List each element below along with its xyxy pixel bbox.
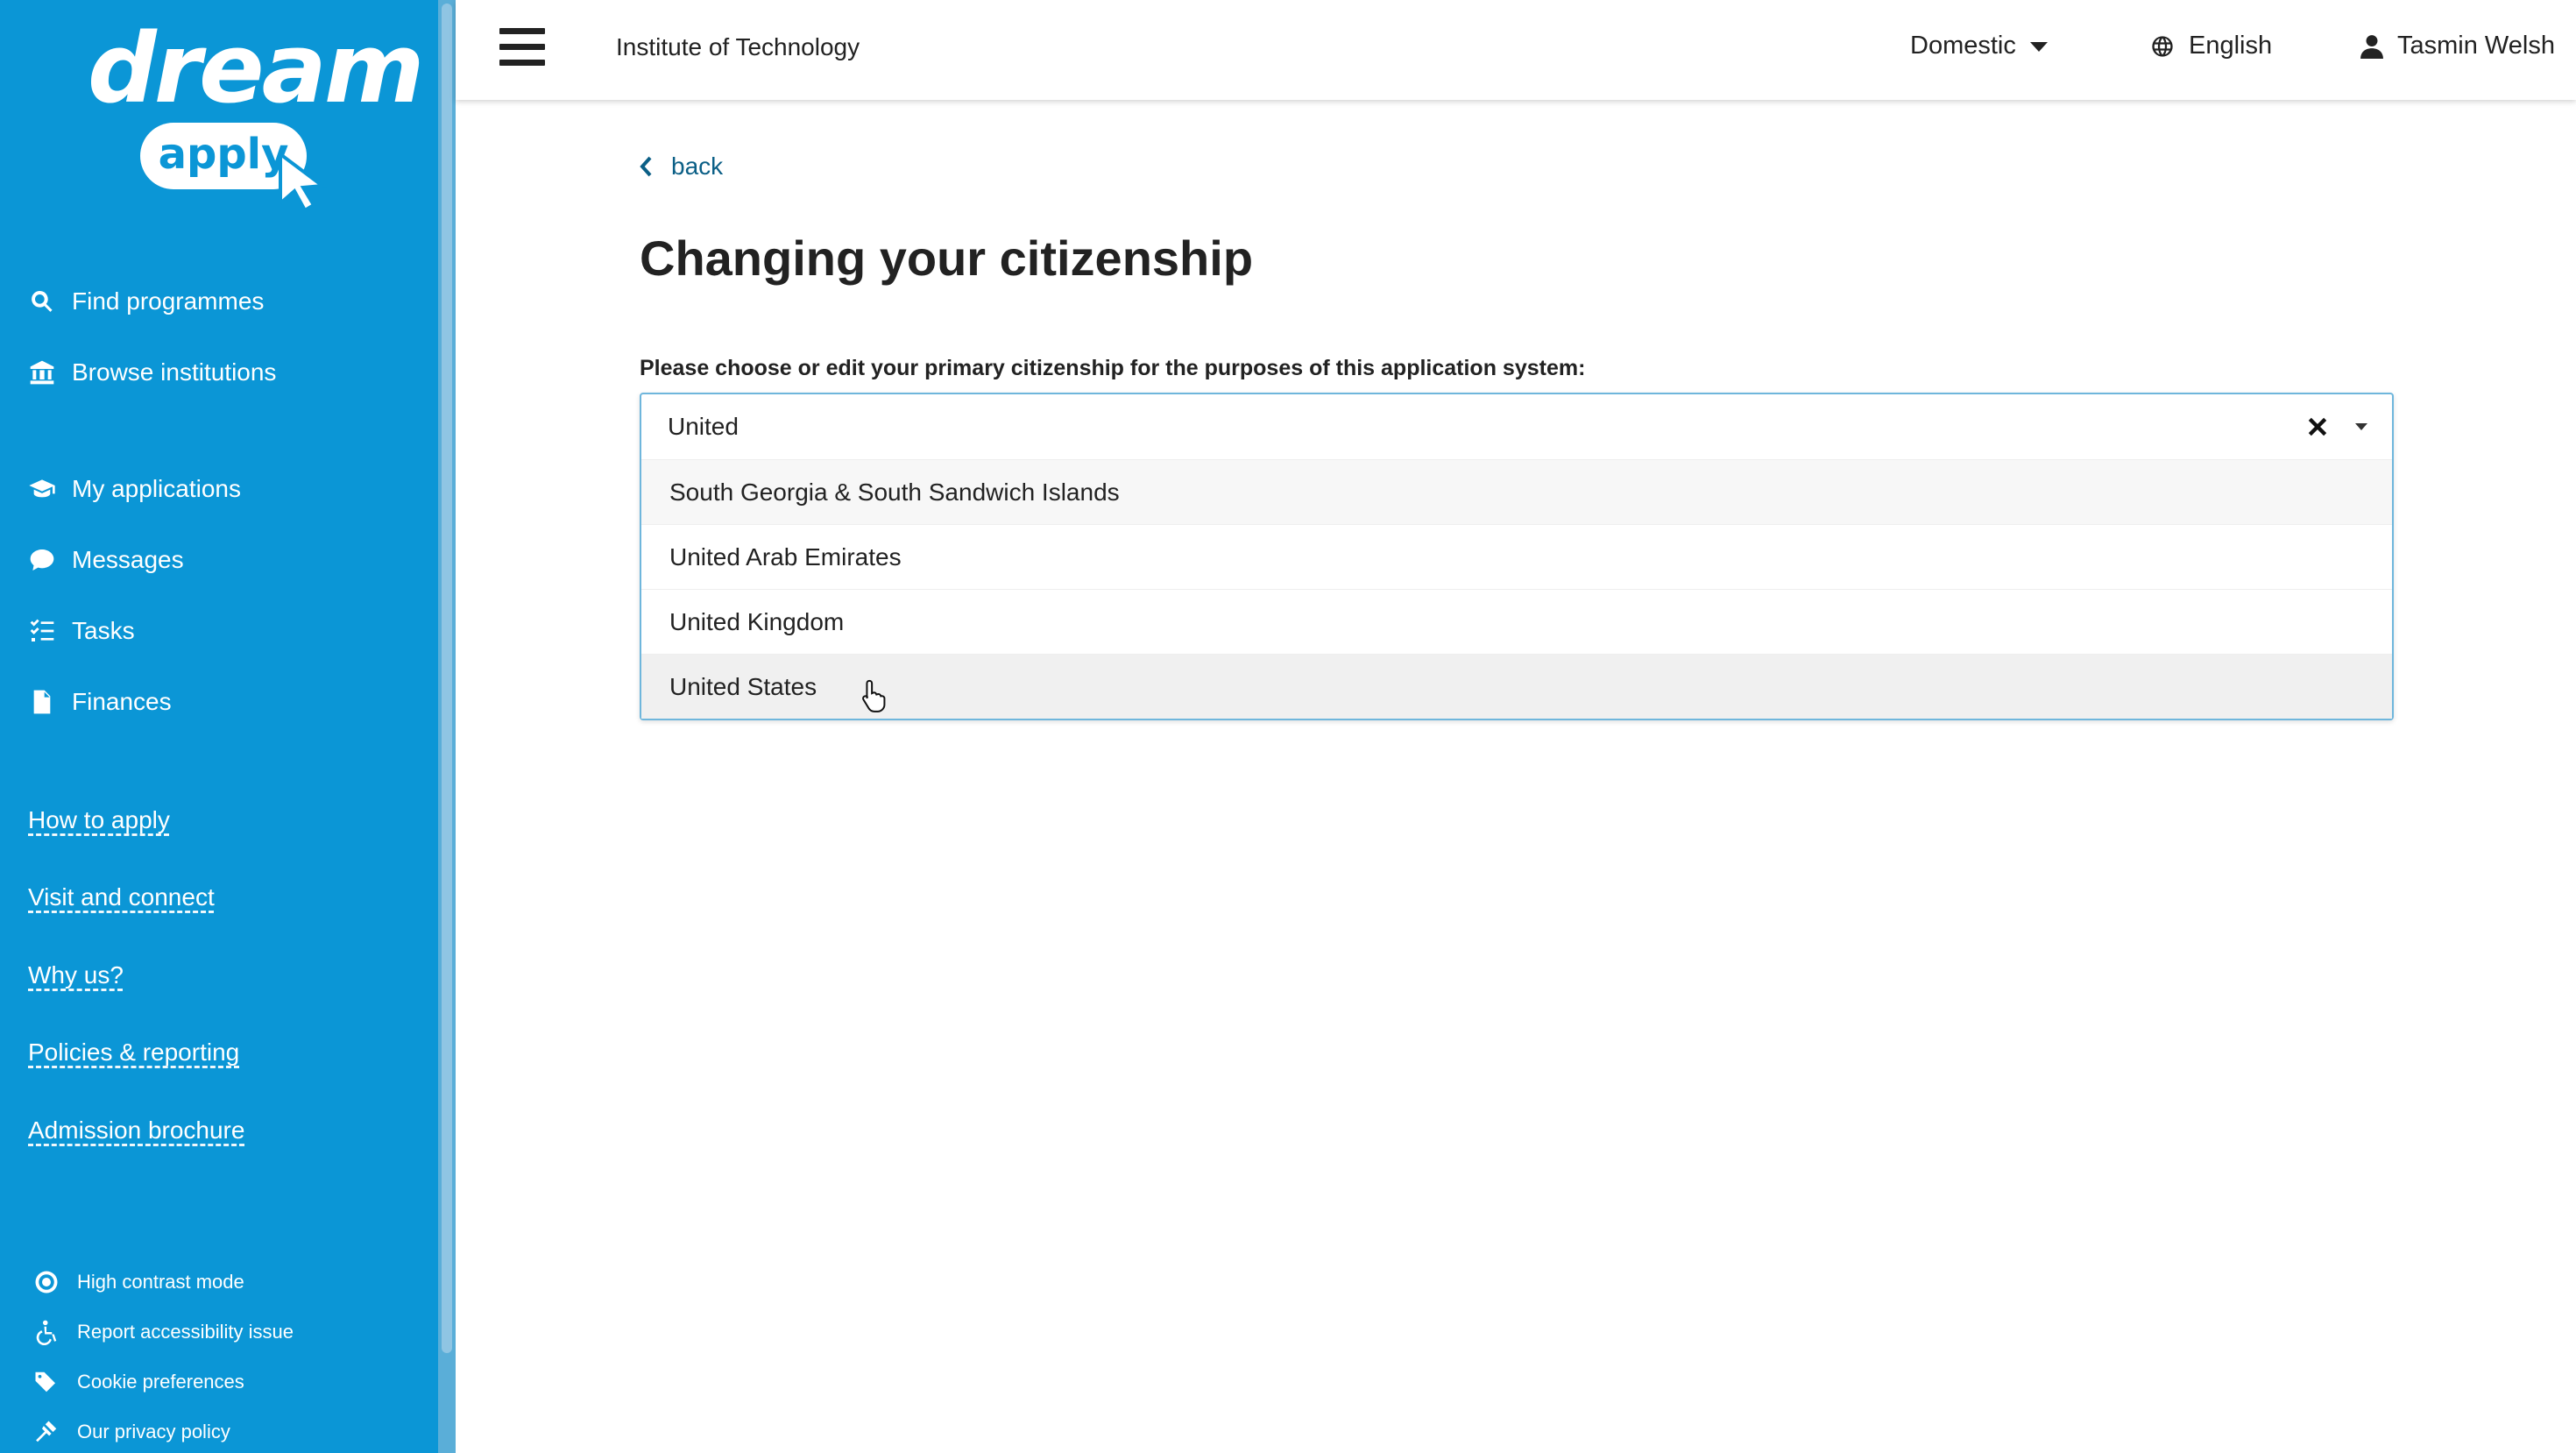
- globe-icon: [2152, 35, 2173, 57]
- citizenship-field-label: Please choose or edit your primary citiz…: [640, 356, 1586, 380]
- sidebar-item-my-applications[interactable]: My applications: [28, 467, 241, 511]
- option-united-kingdom[interactable]: United Kingdom: [641, 589, 2392, 654]
- chevron-down-icon[interactable]: [2353, 421, 2369, 433]
- applicant-type-label: Domestic: [1910, 32, 2016, 60]
- sidebar-item-label: Finances: [72, 688, 172, 715]
- citizenship-search-input[interactable]: [641, 394, 2392, 459]
- gavel-icon: [36, 1421, 57, 1442]
- sidebar-item-messages[interactable]: Messages: [28, 538, 184, 582]
- wheelchair-icon: [36, 1320, 57, 1345]
- footer-item-label: Report accessibility issue: [77, 1321, 294, 1343]
- link-policies-reporting[interactable]: Policies & reporting: [28, 1038, 239, 1067]
- sidebar-item-finances[interactable]: Finances: [28, 680, 172, 724]
- contrast-icon: [35, 1271, 58, 1294]
- search-icon: [32, 291, 53, 312]
- caret-down-icon: [2029, 41, 2048, 52]
- sidebar-item-label: Find programmes: [72, 287, 265, 315]
- sidebar-item-find-programmes[interactable]: Find programmes: [28, 280, 264, 323]
- sidebar-item-label: Tasks: [72, 617, 135, 644]
- logo-cursor-icon: [279, 151, 328, 213]
- back-link[interactable]: back: [640, 152, 723, 181]
- chevron-left-icon: [640, 156, 652, 177]
- link-how-to-apply[interactable]: How to apply: [28, 806, 170, 834]
- chat-bubble-icon: [30, 549, 54, 571]
- scrollbar-thumb[interactable]: [442, 4, 452, 1353]
- sidebar-item-label: My applications: [72, 475, 241, 502]
- citizenship-select[interactable]: South Georgia & South Sandwich Islands U…: [640, 393, 2394, 720]
- logo-word: dream: [88, 12, 424, 124]
- sidebar-item-label: Browse institutions: [72, 358, 277, 386]
- link-admission-brochure[interactable]: Admission brochure: [28, 1116, 244, 1145]
- sidebar-item-tasks[interactable]: Tasks: [28, 609, 135, 653]
- page-title: Changing your citizenship: [640, 230, 1254, 286]
- institution-name: Institute of Technology: [616, 33, 860, 60]
- language-label: English: [2189, 32, 2273, 60]
- link-why-us[interactable]: Why us?: [28, 961, 124, 989]
- applicant-type-dropdown[interactable]: Domestic: [1910, 32, 2048, 60]
- sidebar: dream apply Find programmes Browse insti…: [0, 0, 438, 1453]
- menu-toggle-button[interactable]: [499, 28, 545, 68]
- clear-icon[interactable]: [2306, 415, 2329, 438]
- hand-pointer-icon: [862, 679, 886, 712]
- dreamapply-logo[interactable]: dream apply: [88, 16, 424, 213]
- sidebar-item-label: Messages: [72, 546, 184, 573]
- document-icon: [33, 690, 51, 714]
- back-label: back: [671, 152, 724, 180]
- report-accessibility-button[interactable]: Report accessibility issue: [33, 1315, 294, 1350]
- footer-item-label: High contrast mode: [77, 1271, 244, 1293]
- privacy-policy-link[interactable]: Our privacy policy: [33, 1414, 230, 1449]
- option-united-arab-emirates[interactable]: United Arab Emirates: [641, 524, 2392, 589]
- sidebar-scrollbar[interactable]: [438, 0, 456, 1453]
- institution-icon: [30, 360, 54, 385]
- link-visit-and-connect[interactable]: Visit and connect: [28, 883, 215, 911]
- user-menu[interactable]: Tasmin Welsh: [2360, 32, 2555, 60]
- top-header: Institute of Technology Domestic English…: [456, 0, 2576, 100]
- language-selector[interactable]: English: [2150, 32, 2272, 60]
- high-contrast-mode-button[interactable]: High contrast mode: [33, 1265, 244, 1300]
- option-south-georgia[interactable]: South Georgia & South Sandwich Islands: [641, 459, 2392, 524]
- user-icon: [2360, 34, 2383, 59]
- user-name: Tasmin Welsh: [2397, 32, 2555, 60]
- graduation-cap-icon: [29, 479, 55, 498]
- footer-item-label: Cookie preferences: [77, 1371, 244, 1393]
- option-united-states[interactable]: United States: [641, 654, 2392, 719]
- tags-icon: [35, 1371, 55, 1393]
- footer-item-label: Our privacy policy: [77, 1421, 230, 1442]
- cookie-preferences-button[interactable]: Cookie preferences: [33, 1364, 244, 1400]
- sidebar-item-browse-institutions[interactable]: Browse institutions: [28, 351, 276, 394]
- task-list-icon: [30, 619, 54, 641]
